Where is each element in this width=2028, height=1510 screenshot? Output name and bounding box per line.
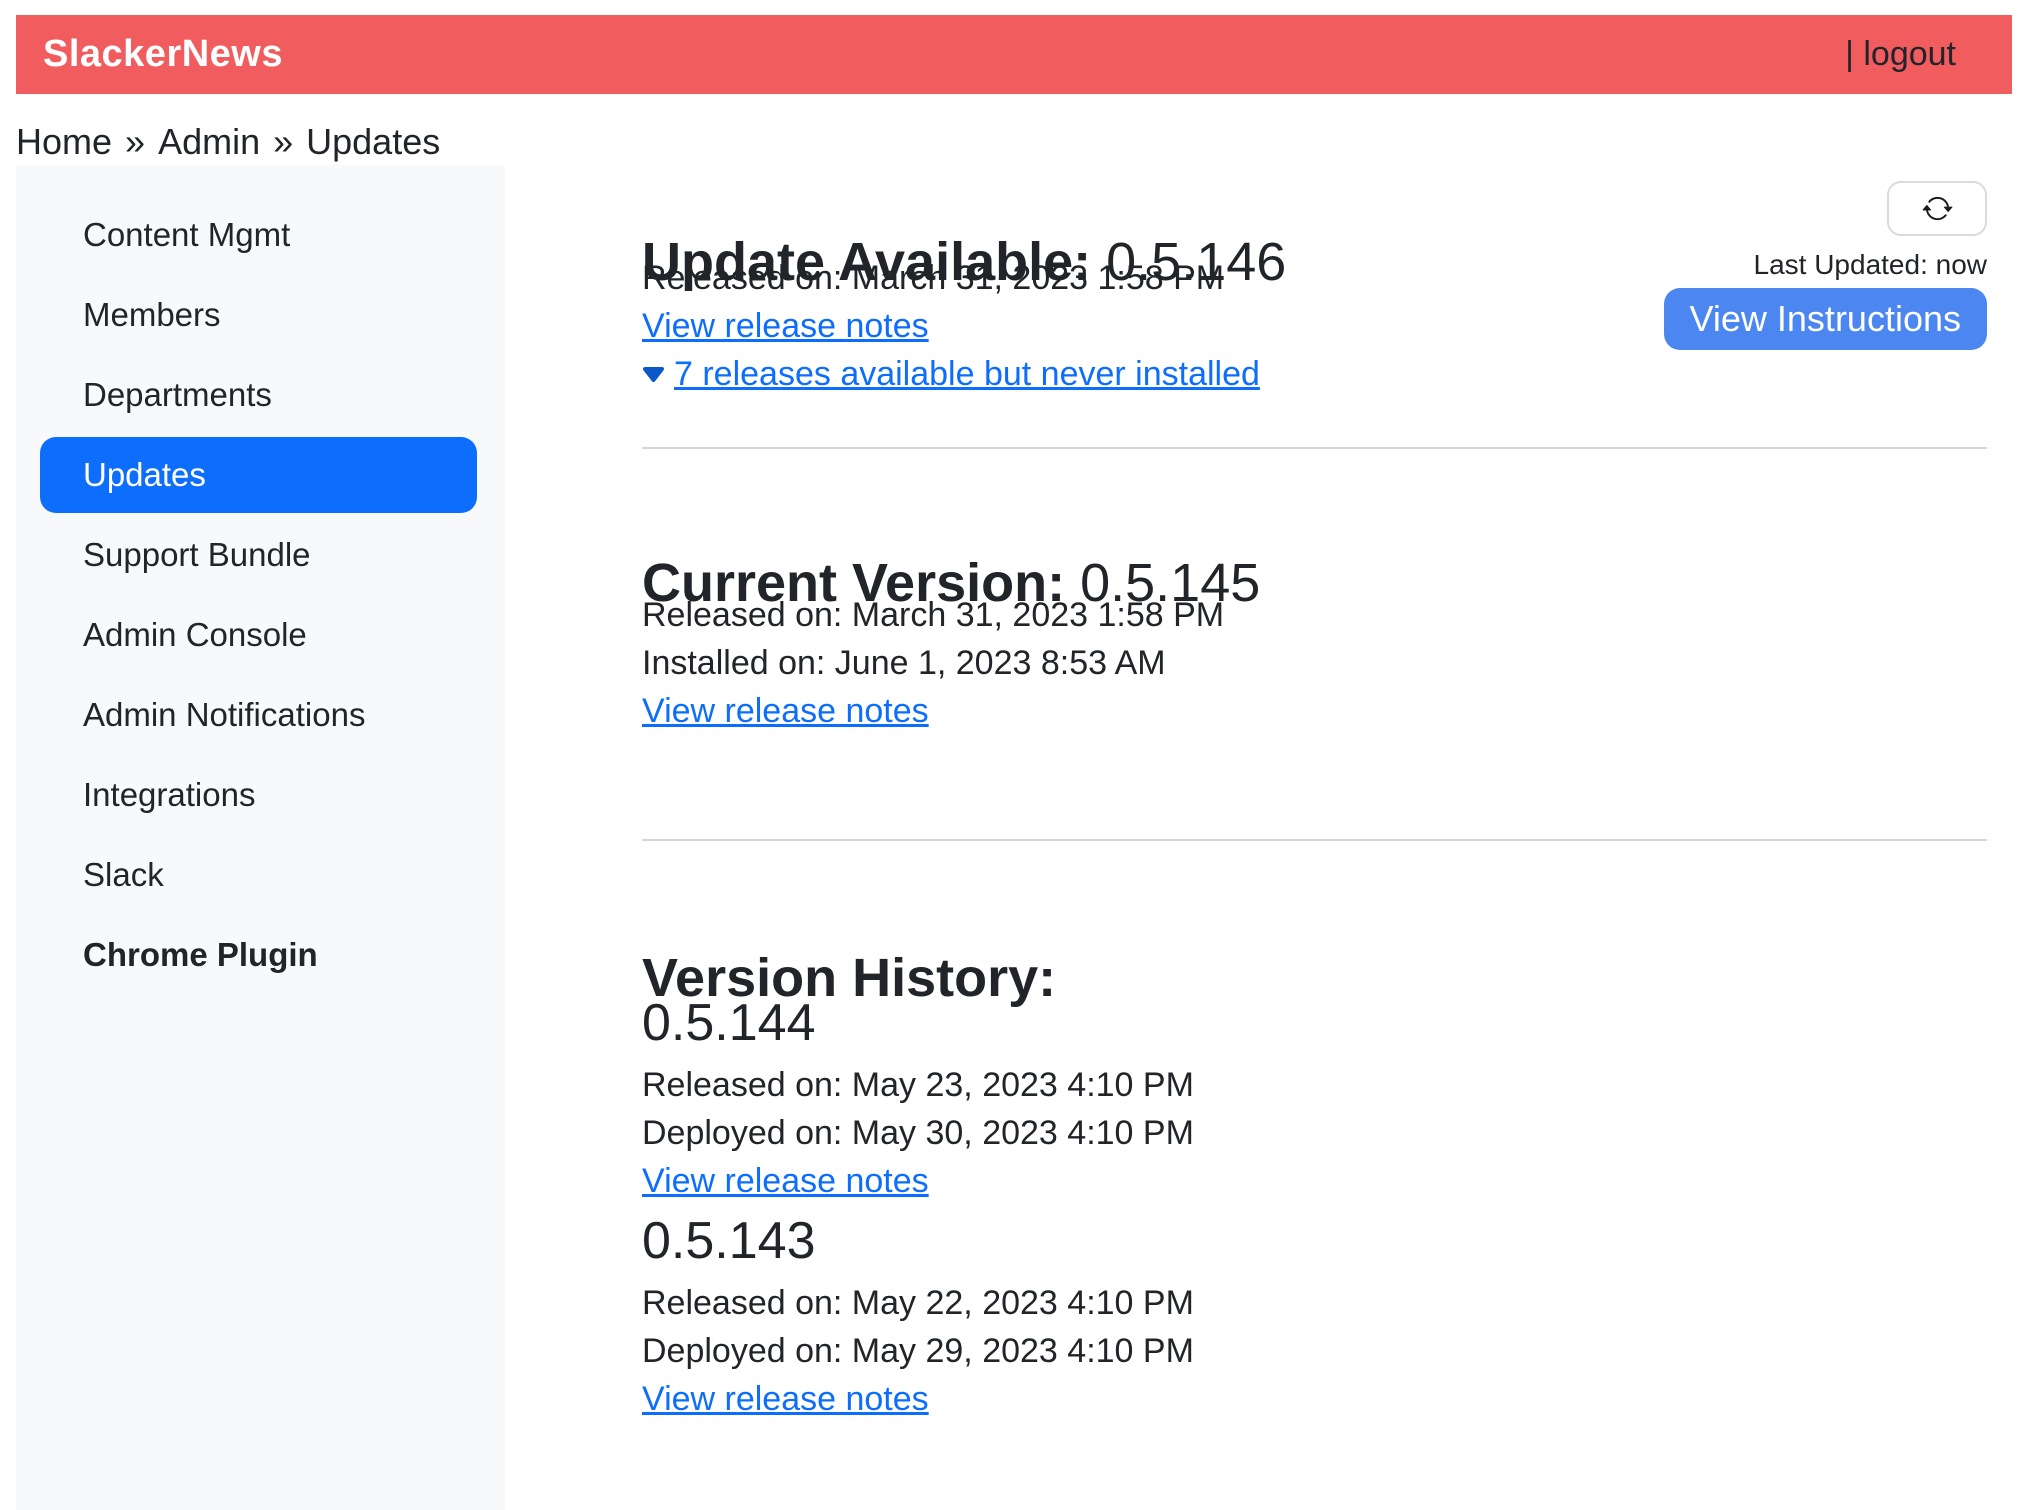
refresh-button[interactable] <box>1887 181 1987 236</box>
sidebar-item-admin-notifications[interactable]: Admin Notifications <box>40 677 477 753</box>
history-view-release-notes-link[interactable]: View release notes <box>642 1380 929 1418</box>
sidebar: Content Mgmt Members Departments Updates… <box>16 165 505 1510</box>
section-divider <box>642 839 1987 841</box>
sidebar-item-integrations[interactable]: Integrations <box>40 757 477 833</box>
breadcrumb-item-home[interactable]: Home <box>16 121 112 162</box>
history-view-release-notes-link[interactable]: View release notes <box>642 1162 929 1200</box>
history-released-on-text: Released on: May 22, 2023 4:10 PM <box>642 1279 1194 1327</box>
history-released-on-text: Released on: May 23, 2023 4:10 PM <box>642 1061 1194 1109</box>
version-history-entry: Released on: May 22, 2023 4:10 PM Deploy… <box>642 1279 1194 1423</box>
logout-link[interactable]: | logout <box>1845 35 1956 74</box>
sidebar-item-departments[interactable]: Departments <box>40 357 477 433</box>
history-deployed-on-text: Deployed on: May 30, 2023 4:10 PM <box>642 1109 1194 1157</box>
breadcrumb-item-updates[interactable]: Updates <box>306 121 440 162</box>
history-entry-version: 0.5.144 <box>642 992 816 1054</box>
breadcrumb-separator: » <box>125 121 145 162</box>
sidebar-item-slack[interactable]: Slack <box>40 837 477 913</box>
view-instructions-button[interactable]: View Instructions <box>1664 288 1987 350</box>
breadcrumb-item-admin[interactable]: Admin <box>158 121 260 162</box>
sidebar-item-chrome-plugin[interactable]: Chrome Plugin <box>40 917 477 993</box>
releases-toggle-link[interactable]: 7 releases available but never installed <box>674 350 1260 398</box>
current-released-on-text: Released on: March 31, 2023 1:58 PM <box>642 591 1224 639</box>
history-deployed-on-text: Deployed on: May 29, 2023 4:10 PM <box>642 1327 1194 1375</box>
breadcrumb: Home » Admin » Updates <box>16 118 440 166</box>
sidebar-item-support-bundle[interactable]: Support Bundle <box>40 517 477 593</box>
refresh-icon <box>1922 193 1953 224</box>
sidebar-item-updates[interactable]: Updates <box>40 437 477 513</box>
current-version-details: Released on: March 31, 2023 1:58 PM Inst… <box>642 591 1224 735</box>
current-view-release-notes-link[interactable]: View release notes <box>642 692 929 730</box>
page: SlackerNews | logout Home»Admin»Updates … <box>0 0 2028 1510</box>
top-bar: SlackerNews | logout <box>16 15 2012 94</box>
sidebar-item-content-mgmt[interactable]: Content Mgmt <box>40 197 477 273</box>
update-released-on-text: Released on: March 31, 2023 1:58 PM <box>642 254 1260 302</box>
sidebar-item-members[interactable]: Members <box>40 277 477 353</box>
update-available-details: Released on: March 31, 2023 1:58 PM View… <box>642 254 1260 398</box>
version-history-entry: Released on: May 23, 2023 4:10 PM Deploy… <box>642 1061 1194 1205</box>
section-divider <box>642 447 1987 449</box>
releases-toggle[interactable]: 7 releases available but never installed <box>642 350 1260 398</box>
app-brand: SlackerNews <box>43 33 283 76</box>
current-installed-on-text: Installed on: June 1, 2023 8:53 AM <box>642 639 1224 687</box>
caret-down-icon <box>642 366 665 383</box>
breadcrumb-separator: » <box>273 121 293 162</box>
sidebar-item-admin-console[interactable]: Admin Console <box>40 597 477 673</box>
history-entry-version: 0.5.143 <box>642 1210 816 1272</box>
last-updated-text: Last Updated: now <box>1754 248 1988 282</box>
update-view-release-notes-link[interactable]: View release notes <box>642 307 929 345</box>
